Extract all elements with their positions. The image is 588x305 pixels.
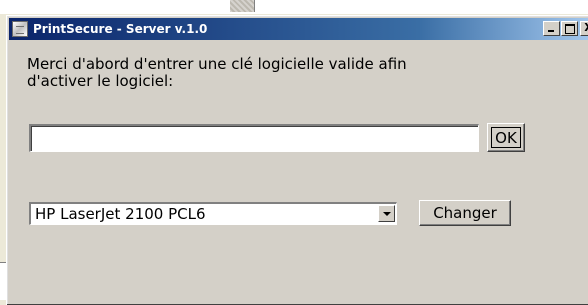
window-controls: X xyxy=(542,21,588,36)
change-printer-button[interactable]: Changer xyxy=(419,200,511,226)
chevron-down-icon[interactable] xyxy=(378,205,395,222)
activation-message: Merci d'abord d'entrer une clé logiciell… xyxy=(27,56,527,90)
background-desktop xyxy=(0,0,588,14)
app-printsecure-icon[interactable] xyxy=(12,21,28,37)
title-bar[interactable]: PrintSecure - Server v.1.0 X xyxy=(9,18,588,40)
license-key-input[interactable] xyxy=(29,124,479,152)
change-button-label: Changer xyxy=(433,204,497,222)
close-button[interactable]: X xyxy=(580,21,588,36)
maximize-button[interactable] xyxy=(561,21,578,36)
close-icon: X xyxy=(584,21,588,34)
ok-button[interactable]: OK xyxy=(487,123,525,152)
background-window-fragment xyxy=(230,0,255,12)
printer-select[interactable]: HP LaserJet 2100 PCL6 xyxy=(29,202,397,225)
ok-button-label: OK xyxy=(491,127,521,148)
printer-select-value: HP LaserJet 2100 PCL6 xyxy=(35,205,206,223)
message-line-2: d'activer le logiciel: xyxy=(27,72,174,90)
message-line-1: Merci d'abord d'entrer une clé logiciell… xyxy=(27,55,407,73)
window-title: PrintSecure - Server v.1.0 xyxy=(33,22,208,36)
app-window: PrintSecure - Server v.1.0 X Merci d'abo… xyxy=(6,15,588,305)
minimize-button[interactable] xyxy=(543,21,560,36)
